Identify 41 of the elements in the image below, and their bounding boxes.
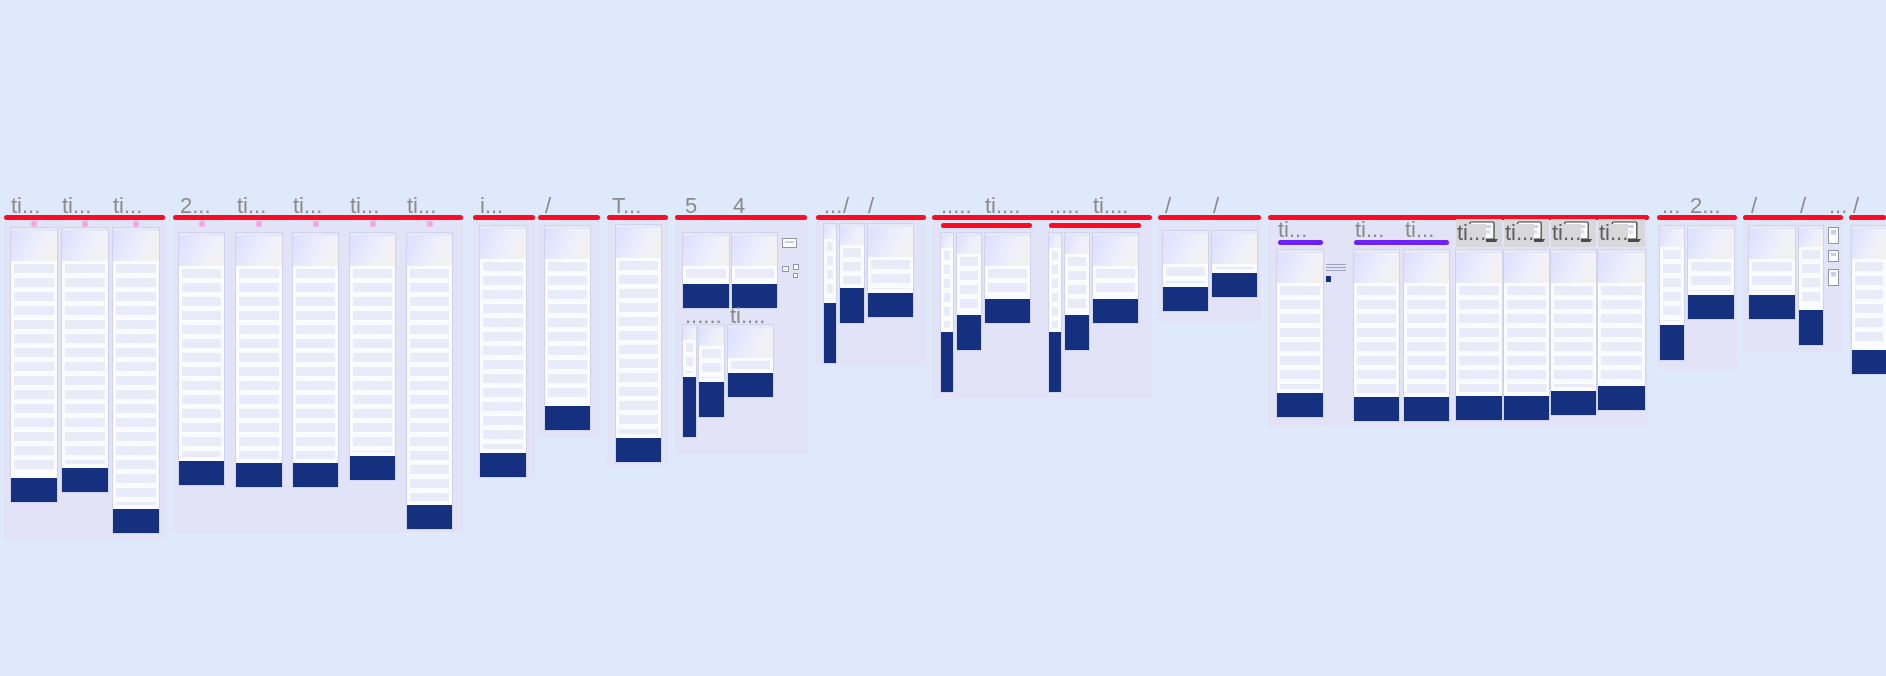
frame-label: ti... [1355, 221, 1385, 239]
section-bar [473, 215, 535, 220]
frame-label: ti... [11, 197, 41, 215]
frame-label: ti... [350, 197, 380, 215]
frame-label: ti... [1599, 224, 1629, 242]
frame-label: ti... [62, 197, 92, 215]
section-bar [1849, 215, 1886, 220]
frame-label: / [1165, 197, 1172, 215]
frame-label: ti... [407, 197, 437, 215]
frame-label: ti.... [730, 307, 766, 325]
frame-label: ti... [1457, 224, 1487, 242]
frame-label: ti.... [1093, 197, 1129, 215]
frame-label: ti... [237, 197, 267, 215]
frame-label: / [843, 197, 850, 215]
frame-label: ti... [1278, 221, 1308, 239]
section-bar [538, 215, 600, 220]
frame-label: ...... [685, 307, 722, 325]
frame-label: ti... [113, 197, 143, 215]
section-bar [607, 215, 668, 220]
frame-label: ti... [1405, 221, 1435, 239]
frame-label: ti.... [985, 197, 1021, 215]
frame-label: ... [1829, 197, 1848, 215]
frame-label: ti... [293, 197, 323, 215]
frame-label: 4 [733, 197, 746, 215]
frame-label: ... [824, 197, 843, 215]
frame-label: T... [612, 197, 642, 215]
frame-label: ..... [1049, 197, 1080, 215]
frame-label: / [545, 197, 552, 215]
frame-label: ti... [1505, 224, 1535, 242]
frame-label: / [868, 197, 875, 215]
frame-label: 2... [180, 197, 211, 215]
frame-label: i... [480, 197, 504, 215]
frame-label: 2... [1690, 197, 1721, 215]
frame-label: ..... [941, 197, 972, 215]
frame-label: 5 [685, 197, 698, 215]
frame-label: / [1853, 197, 1860, 215]
frame-label: ti... [1552, 224, 1582, 242]
frame-label: / [1213, 197, 1220, 215]
frame-label: / [1800, 197, 1807, 215]
frame-label: ... [1662, 197, 1681, 215]
frame-label: / [1751, 197, 1758, 215]
